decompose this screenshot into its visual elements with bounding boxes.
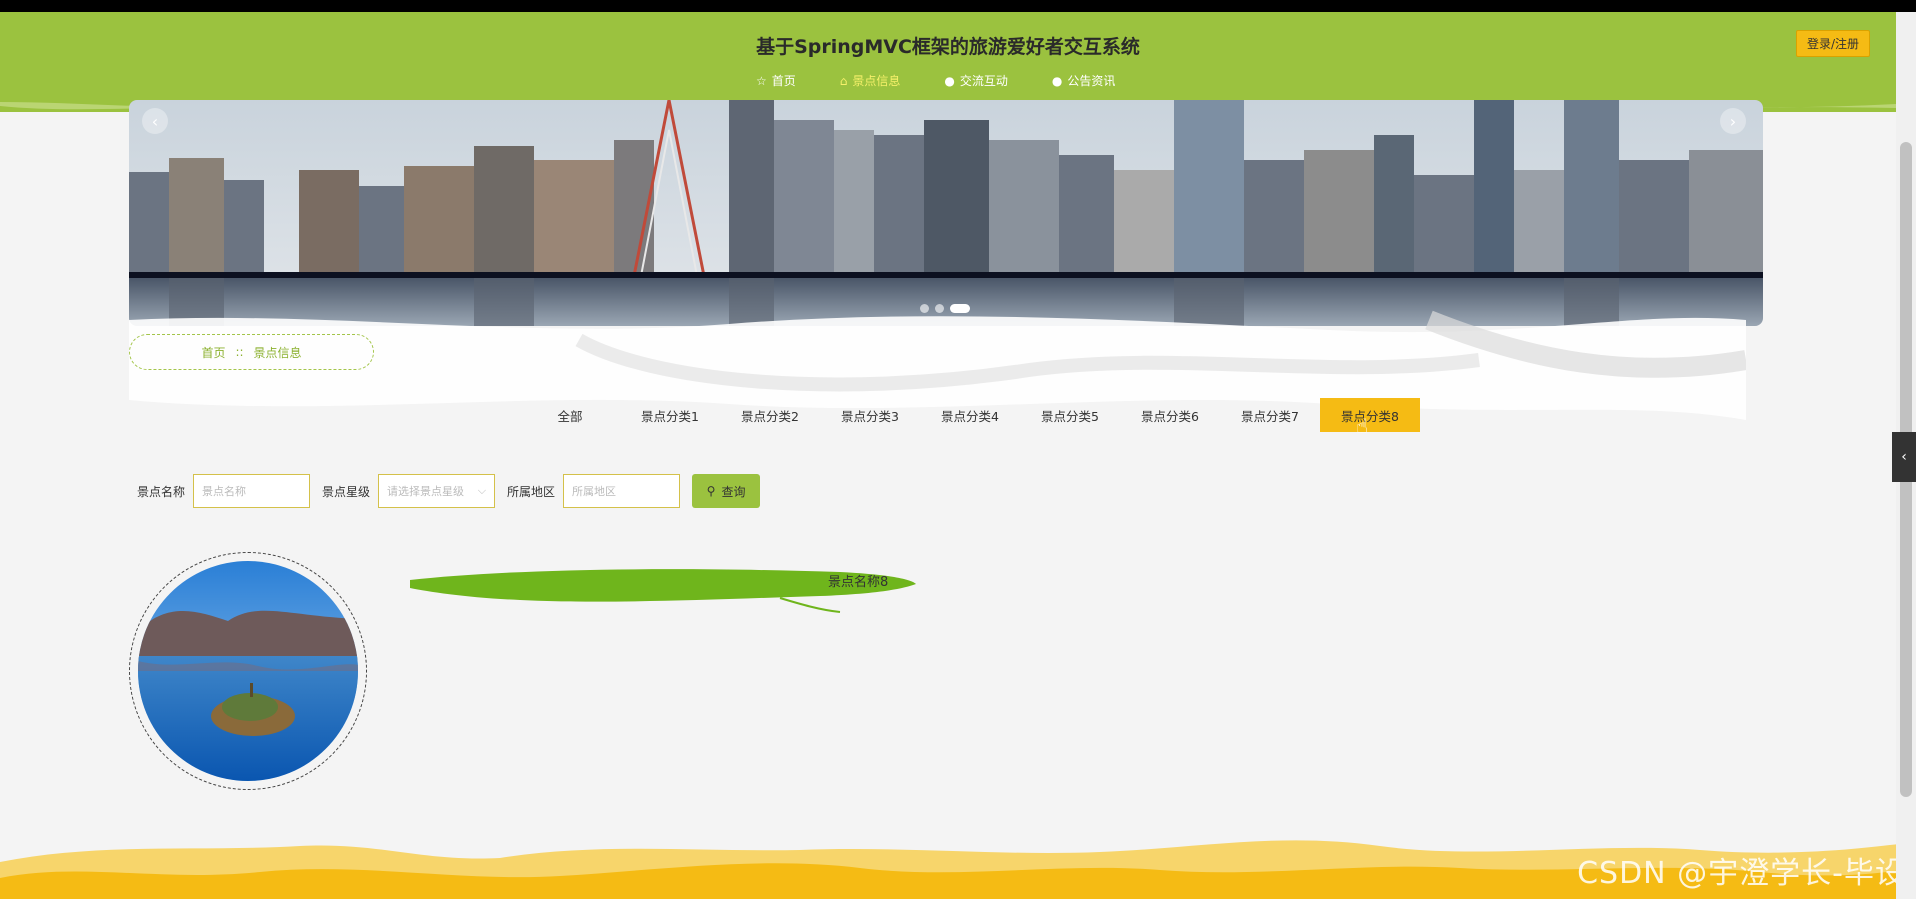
home-icon: ⌂ xyxy=(839,73,848,88)
chevron-left-icon: ‹ xyxy=(1901,449,1907,465)
nav-item-label: 交流互动 xyxy=(959,74,1008,88)
search-form: 景点名称 景点星级 请选择景点星级 ⌵ 所属地区 ⚲ 查询 xyxy=(137,474,761,508)
category-tab-3[interactable]: 景点分类3 xyxy=(820,398,920,432)
nav-item-home[interactable]: ☆ 首页 xyxy=(756,72,796,89)
nav-item-attractions[interactable]: ⌂ 景点信息 xyxy=(840,72,901,89)
star-label: 景点星级 xyxy=(322,484,371,499)
breadcrumb-separator: :: xyxy=(235,345,244,359)
lake-island-image xyxy=(138,561,358,781)
category-tab-1[interactable]: 景点分类1 xyxy=(620,398,720,432)
carousel-prev-arrow[interactable]: ‹ xyxy=(142,108,168,134)
window-top-bar xyxy=(0,0,1916,12)
breadcrumb-home[interactable]: 首页 xyxy=(201,344,225,361)
star-select[interactable]: 请选择景点星级 ⌵ xyxy=(378,474,496,508)
circle-icon: ● xyxy=(1051,73,1063,88)
name-input[interactable] xyxy=(193,474,311,508)
attraction-name[interactable]: 景点名称8 xyxy=(828,571,888,590)
watermark-text: CSDN @宇澄学长-毕设 xyxy=(1577,856,1906,891)
carousel-next-arrow[interactable]: › xyxy=(1720,108,1746,134)
nav-item-label: 公告资讯 xyxy=(1067,74,1116,88)
site-title: 基于SpringMVC框架的旅游爱好者交互系统 xyxy=(756,36,1140,58)
category-tab-2[interactable]: 景点分类2 xyxy=(720,398,820,432)
nav-item-label: 景点信息 xyxy=(852,74,901,88)
query-button[interactable]: ⚲ 查询 xyxy=(692,474,761,508)
main-nav: ☆ 首页 ⌂ 景点信息 ● 交流互动 ● 公告资讯 xyxy=(756,72,1115,89)
category-tab-all[interactable]: 全部 xyxy=(520,398,620,432)
star-icon: ☆ xyxy=(756,73,767,88)
attraction-card-image[interactable] xyxy=(129,552,369,792)
nav-item-news[interactable]: ● 公告资讯 xyxy=(1052,72,1116,89)
star-select-placeholder: 请选择景点星级 xyxy=(387,485,465,498)
category-tab-6[interactable]: 景点分类6 xyxy=(1120,398,1220,432)
side-panel-toggle[interactable]: ‹ xyxy=(1892,432,1916,482)
search-icon: ⚲ xyxy=(706,484,716,498)
area-input[interactable] xyxy=(563,474,681,508)
category-tab-8[interactable]: 景点分类8 xyxy=(1320,398,1420,432)
category-tab-5[interactable]: 景点分类5 xyxy=(1020,398,1120,432)
breadcrumb-current: 景点信息 xyxy=(253,345,302,360)
category-tabs: 全部 景点分类1 景点分类2 景点分类3 景点分类4 景点分类5 景点分类6 景… xyxy=(520,398,1420,432)
category-tab-4[interactable]: 景点分类4 xyxy=(920,398,1020,432)
hand-pointer-cursor-icon: ☝ xyxy=(1356,414,1369,438)
nav-item-interaction[interactable]: ● 交流互动 xyxy=(944,72,1008,89)
nav-item-label: 首页 xyxy=(771,74,796,88)
city-skyline-image xyxy=(129,100,1763,326)
hero-carousel[interactable] xyxy=(129,100,1763,326)
category-tab-7[interactable]: 景点分类7 xyxy=(1220,398,1320,432)
area-label: 所属地区 xyxy=(507,484,556,499)
login-register-button[interactable]: 登录/注册 xyxy=(1795,30,1870,57)
circle-icon: ● xyxy=(944,73,955,88)
query-button-label: 查询 xyxy=(721,484,746,499)
chevron-down-icon: ⌵ xyxy=(477,484,487,497)
breadcrumb: 首页 :: 景点信息 xyxy=(129,334,374,370)
name-label: 景点名称 xyxy=(137,484,186,499)
